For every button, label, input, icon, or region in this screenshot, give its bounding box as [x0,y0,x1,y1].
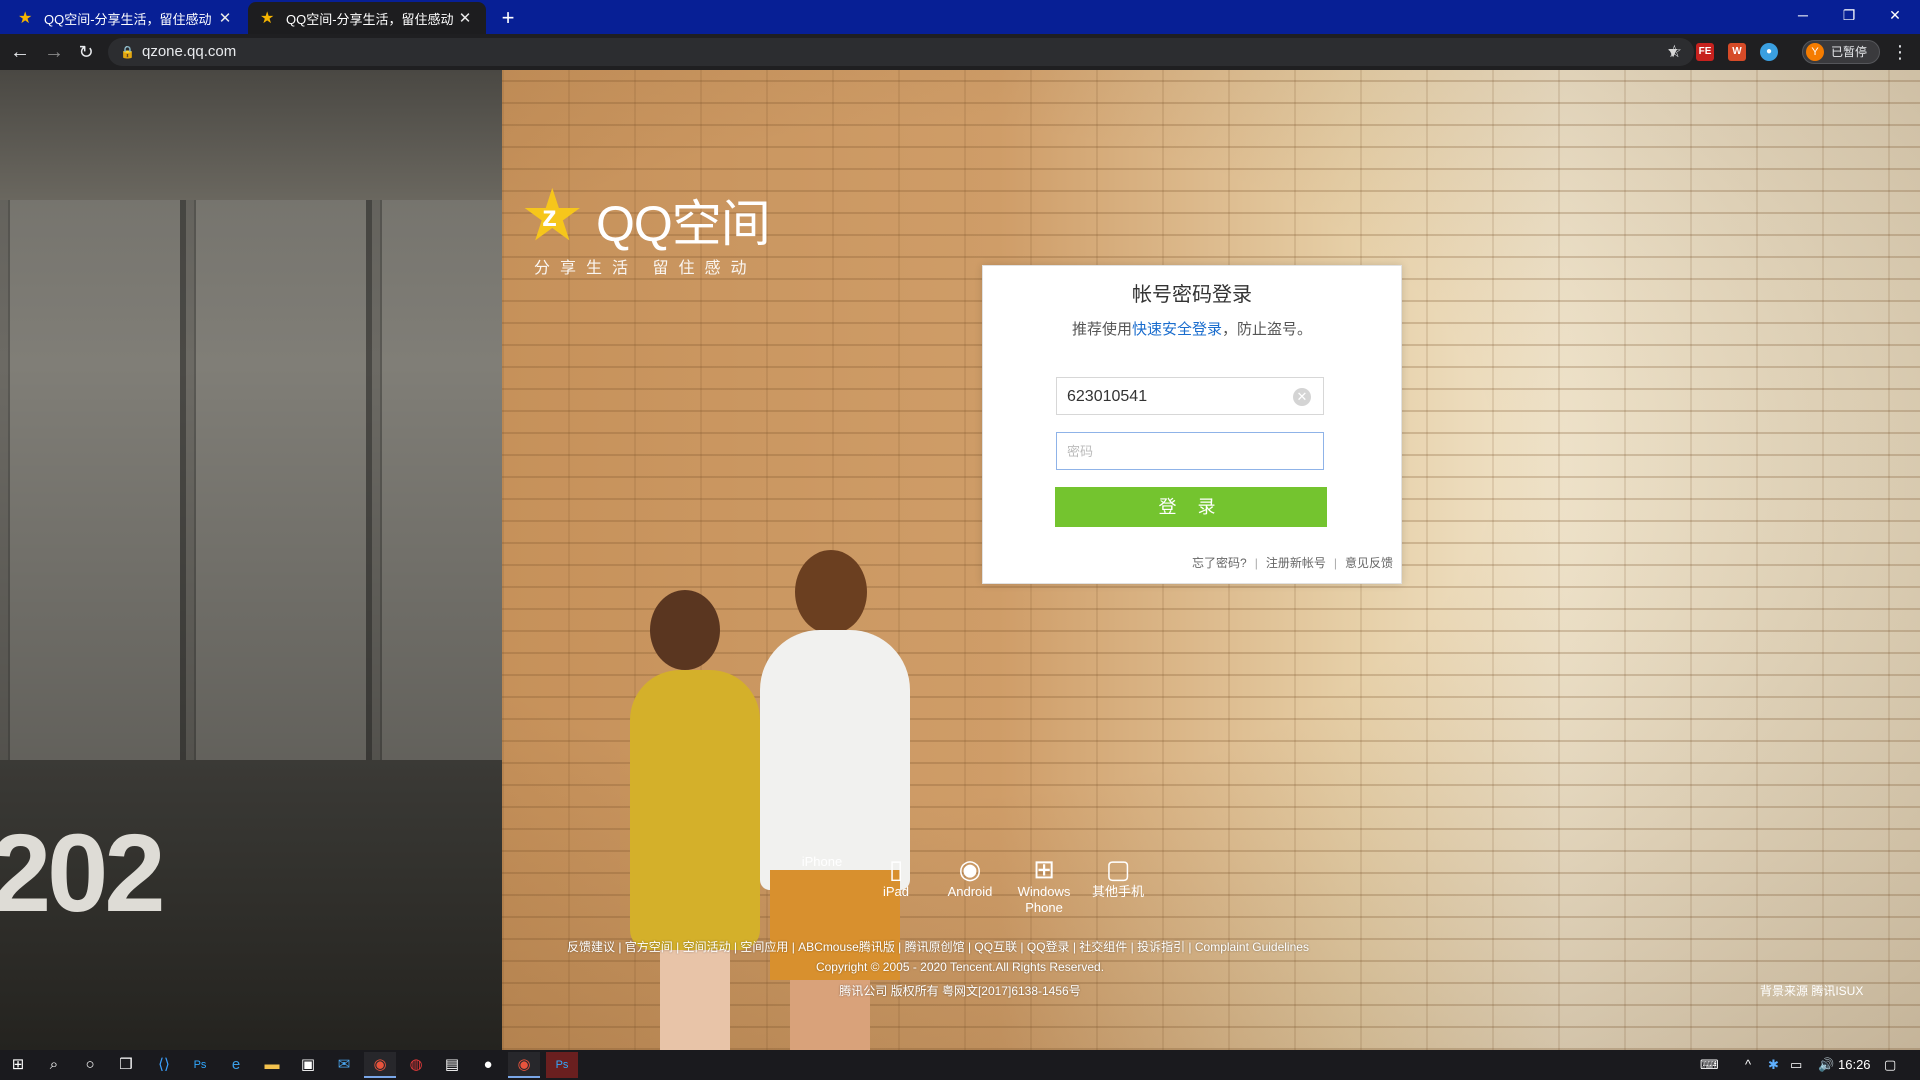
back-arrow-icon[interactable]: ← [6,38,34,66]
password-input[interactable]: 密码 [1056,432,1324,470]
photoshop-active-icon[interactable]: Ps [546,1052,578,1078]
browser-toolbar: ← → ↻ 🔒 qzone.qq.com ☆ ▼ FE W ● Y 已暂停 ⋮ [0,34,1920,70]
logo-slogan: 分享生活 留住感动 [534,260,757,277]
app-other-phone[interactable]: ▢ 其他手机 [1081,854,1155,900]
register-link[interactable]: 注册新帐号 [1266,556,1326,570]
app-iphone[interactable]: iPhone [785,854,859,870]
username-value: 623010541 [1067,388,1148,405]
tray-volume-icon[interactable]: 🔊 [1818,1050,1834,1080]
extension-fe-icon[interactable]: FE [1696,43,1714,61]
footer-links[interactable]: 反馈建议 | 官方空间 | 空间活动 | 空间应用 | ABCmouse腾讯版 … [567,938,1357,955]
menu-kebab-icon[interactable]: ⋮ [1890,38,1910,66]
tab-title: QQ空间-分享生活，留住感动 [44,11,212,27]
background-source-link[interactable]: 背景来源 腾讯ISUX [1760,982,1863,999]
task-view-icon[interactable]: ❒ [110,1052,142,1078]
browser-tab-1[interactable]: ★ QQ空间-分享生活，留住感动 ✕ [6,2,246,34]
chrome-second-icon[interactable]: ◉ [508,1052,540,1078]
netease-music-icon[interactable]: ◍ [400,1052,432,1078]
sync-paused-label: 已暂停 [1831,45,1868,59]
login-links: 忘了密码? | 注册新帐号 | 意见反馈 [1192,556,1393,570]
lock-icon: 🔒 [120,45,135,59]
login-tip: 推荐使用快速安全登录，防止盗号。 [1071,321,1313,338]
app-windows-phone[interactable]: ⊞ Windows Phone [1007,854,1081,916]
new-tab-button[interactable]: + [494,4,522,32]
forward-arrow-icon[interactable]: → [40,38,68,66]
photoshop-icon[interactable]: Ps [184,1052,216,1078]
notes-icon[interactable]: ▤ [436,1052,468,1078]
avatar: Y [1806,43,1824,61]
chrome-icon[interactable]: ◉ [364,1052,396,1078]
extension-vue-icon[interactable]: ▼ [1664,43,1682,61]
minimize-button[interactable]: ─ [1780,0,1826,30]
tab-close-icon[interactable]: ✕ [456,9,474,27]
footer-icp: 腾讯公司 版权所有 粤网文[2017]6138-1456号 [839,984,1081,998]
tray-ime-icon[interactable]: ▭ [1790,1050,1802,1080]
url-text: qzone.qq.com [142,43,237,60]
qzone-page: 202 ★ z QQ空间 分享生活 留住感动 帐号密码登录 推荐使用快速安全登录… [0,70,1920,1050]
background-photo-building: 202 [0,70,502,1050]
username-input[interactable]: 623010541 ✕ [1056,377,1324,415]
forgot-password-link[interactable]: 忘了密码? [1192,556,1247,570]
windows-icon: ⊞ [1033,854,1055,884]
browser-tab-2[interactable]: ★ QQ空间-分享生活，留住感动 ✕ [248,2,486,34]
vscode-icon[interactable]: ⟨⟩ [148,1052,180,1078]
person-girl-graphic [650,590,720,670]
store-icon[interactable]: ▣ [292,1052,324,1078]
person-boy-graphic [795,550,867,634]
android-icon: ◉ [958,854,982,884]
footer-copyright: Copyright © 2005 - 2020 Tencent.All Righ… [815,960,1105,974]
extension-office-icon[interactable]: W [1728,43,1746,61]
qzone-logo: ★ z QQ空间 分享生活 留住感动 [520,176,771,277]
tray-chevron-up-icon[interactable]: ^ [1745,1050,1751,1080]
logo-name: QQ空间 [596,196,771,252]
address-bar[interactable]: 🔒 qzone.qq.com ☆ [108,38,1694,66]
password-placeholder: 密码 [1067,444,1094,459]
login-panel: 帐号密码登录 推荐使用快速安全登录，防止盗号。 623010541 ✕ 密码 登… [982,265,1402,584]
feedback-link[interactable]: 意见反馈 [1345,556,1393,570]
search-icon[interactable]: ⌕ [38,1052,70,1078]
profile-button[interactable]: Y 已暂停 [1802,40,1880,64]
login-button[interactable]: 登 录 [1055,487,1327,527]
extension-globe-icon[interactable]: ● [1760,43,1778,61]
mail-icon[interactable]: ✉ [328,1052,360,1078]
windows-start-icon[interactable]: ⊞ [2,1052,34,1078]
tray-bluetooth-icon[interactable]: ✱ [1768,1050,1779,1080]
favicon-star-icon: ★ [18,10,33,27]
file-explorer-icon[interactable]: ▬ [256,1052,288,1078]
favicon-star-icon: ★ [260,10,275,27]
app-ipad[interactable]: ▯ iPad [859,854,933,900]
cortana-icon[interactable]: ○ [74,1052,106,1078]
white-circle-app-icon[interactable]: ● [472,1052,504,1078]
edge-icon[interactable]: e [220,1052,252,1078]
restore-button[interactable]: ❐ [1826,0,1872,30]
phone-icon: ▢ [1105,854,1131,884]
tray-keyboard-icon[interactable]: ⌨ [1700,1050,1719,1080]
clock[interactable]: 16:26 [1838,1050,1871,1080]
building-number-graphic: 202 [0,812,166,935]
clear-input-icon[interactable]: ✕ [1293,388,1311,406]
quick-login-link[interactable]: 快速安全登录 [1132,321,1222,338]
notification-icon[interactable]: ▢ [1884,1050,1896,1080]
windows-taskbar: ⊞ ⌕ ○ ❒ ⟨⟩ Ps e ▬ ▣ ✉ ◉ ◍ ▤ ● ◉ Ps ⌨ ^ ✱… [0,1050,1920,1080]
tablet-icon: ▯ [888,854,904,884]
tab-title: QQ空间-分享生活，留住感动 [286,11,454,27]
app-android[interactable]: ◉ Android [933,854,1007,900]
close-window-button[interactable]: ✕ [1872,0,1918,30]
reload-icon[interactable]: ↻ [72,38,100,66]
tab-close-icon[interactable]: ✕ [216,9,234,27]
browser-tab-strip: ★ QQ空间-分享生活，留住感动 ✕ ★ QQ空间-分享生活，留住感动 ✕ + … [0,0,1920,34]
login-title: 帐号密码登录 [1132,284,1252,306]
